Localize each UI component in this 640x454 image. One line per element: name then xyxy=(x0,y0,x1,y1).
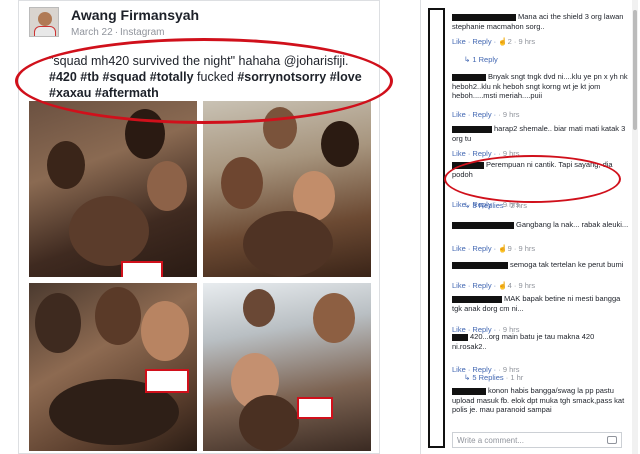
comment-actions: Like · Reply · ☝2 · 9 hrs xyxy=(452,37,535,46)
post-meta: March 22 · Instagram xyxy=(71,27,165,38)
redacted-commenter-name xyxy=(452,387,486,395)
scrollbar-thumb[interactable] xyxy=(633,10,637,130)
post-author[interactable]: Awang Firmansyah xyxy=(71,7,199,23)
comment-actions: Like · Reply · ☝4 · 9 hrs xyxy=(452,281,535,290)
comment: MAK bapak betine ni mesti bangga tgk ana… xyxy=(452,294,630,313)
person-figure xyxy=(147,161,187,211)
thumbs-up-icon: ☝ xyxy=(496,281,508,290)
person-figure xyxy=(313,293,355,343)
highlight-ellipse xyxy=(444,155,621,203)
comment: konon habis bangga/swag la pp pastu uplo… xyxy=(452,386,630,415)
comment-input[interactable]: Write a comment... xyxy=(452,432,622,448)
comment-input-placeholder: Write a comment... xyxy=(457,436,524,445)
photo-4[interactable] xyxy=(203,283,371,451)
scrollbar[interactable] xyxy=(632,0,638,454)
comment: Gangbang la nak... rabak aleuki... xyxy=(452,220,630,230)
reply-time: 2 hrs xyxy=(510,201,528,210)
separator: · xyxy=(496,110,503,119)
comment-text: Gangbang la nak... rabak aleuki... xyxy=(516,220,629,229)
person-figure xyxy=(221,157,263,209)
redacted-commenter-name xyxy=(452,13,516,21)
camera-icon[interactable] xyxy=(607,436,617,444)
like-reply-links[interactable]: Like · Reply · xyxy=(452,110,496,119)
redaction-bar xyxy=(428,8,445,448)
person-figure xyxy=(141,301,189,361)
redacted-commenter-name xyxy=(452,295,502,303)
comment-actions: Like · Reply · ☝9 · 9 hrs xyxy=(452,244,535,253)
photo-grid xyxy=(29,101,371,451)
reply-count-label[interactable]: 3 Replies xyxy=(472,201,503,210)
comment: Mana aci the shield 3 org lawan stephani… xyxy=(452,12,630,31)
censor-box xyxy=(297,397,333,419)
post-via: Instagram xyxy=(120,27,165,38)
photo-1[interactable] xyxy=(29,101,197,277)
author-avatar[interactable] xyxy=(29,7,59,37)
comment-actions: Like · Reply · · 9 hrs xyxy=(452,110,520,119)
redacted-commenter-name xyxy=(452,73,486,81)
like-reply-links[interactable]: Like · Reply · xyxy=(452,37,496,46)
view-replies-link[interactable]: ↳ 5 Replies · 1 hr xyxy=(464,373,523,382)
comment-time[interactable]: 9 hrs xyxy=(503,110,520,119)
person-figure xyxy=(243,289,275,327)
comment: semoga tak tertelan ke perut bumi xyxy=(452,260,630,270)
comment: harap2 shemale.. biar mati mati katak 3 … xyxy=(452,124,630,143)
redacted-commenter-name xyxy=(452,333,468,341)
reply-count-label[interactable]: 1 Reply xyxy=(472,55,497,64)
comment-time[interactable]: 9 hrs xyxy=(518,244,535,253)
view-replies-link[interactable]: ↳ 1 Reply xyxy=(464,55,498,64)
censor-box xyxy=(121,261,163,277)
comment-time[interactable]: 9 hrs xyxy=(518,37,535,46)
view-replies-link[interactable]: ↳ 3 Replies · 2 hrs xyxy=(464,201,527,210)
person-figure xyxy=(321,121,359,167)
censor-box xyxy=(145,369,189,393)
photo-2[interactable] xyxy=(203,101,371,277)
like-reply-links[interactable]: Like · Reply · xyxy=(452,244,496,253)
photo-3[interactable] xyxy=(29,283,197,451)
redacted-commenter-name xyxy=(452,221,514,229)
person-figure xyxy=(69,196,149,266)
thumbs-up-icon: ☝ xyxy=(496,37,508,46)
redacted-commenter-name xyxy=(452,261,508,269)
comment: 420...org main batu je tau makna 420 ni.… xyxy=(452,332,630,351)
person-figure xyxy=(35,293,81,353)
comment-text: 420...org main batu je tau makna 420 ni.… xyxy=(452,332,595,351)
reply-count-label[interactable]: 5 Replies xyxy=(472,373,503,382)
person-figure xyxy=(243,211,333,277)
person-figure xyxy=(47,141,85,189)
person-figure xyxy=(239,395,299,451)
comment: Bnyak sngt tngk dvd ni....klu ye pn x yh… xyxy=(452,72,630,101)
post-date[interactable]: March 22 xyxy=(71,27,113,38)
thumbs-up-icon: ☝ xyxy=(496,244,508,253)
like-reply-links[interactable]: Like · Reply · xyxy=(452,281,496,290)
reply-time: 1 hr xyxy=(510,373,524,382)
redacted-commenter-name xyxy=(452,125,492,133)
like-reply-links[interactable]: Like · Reply · xyxy=(452,149,496,158)
comment-text: semoga tak tertelan ke perut bumi xyxy=(510,260,624,269)
comment-time[interactable]: 9 hrs xyxy=(518,281,535,290)
person-figure xyxy=(95,287,141,345)
avatar-face xyxy=(38,12,52,26)
avatar-shirt xyxy=(34,26,56,36)
highlight-ellipse xyxy=(15,38,393,124)
